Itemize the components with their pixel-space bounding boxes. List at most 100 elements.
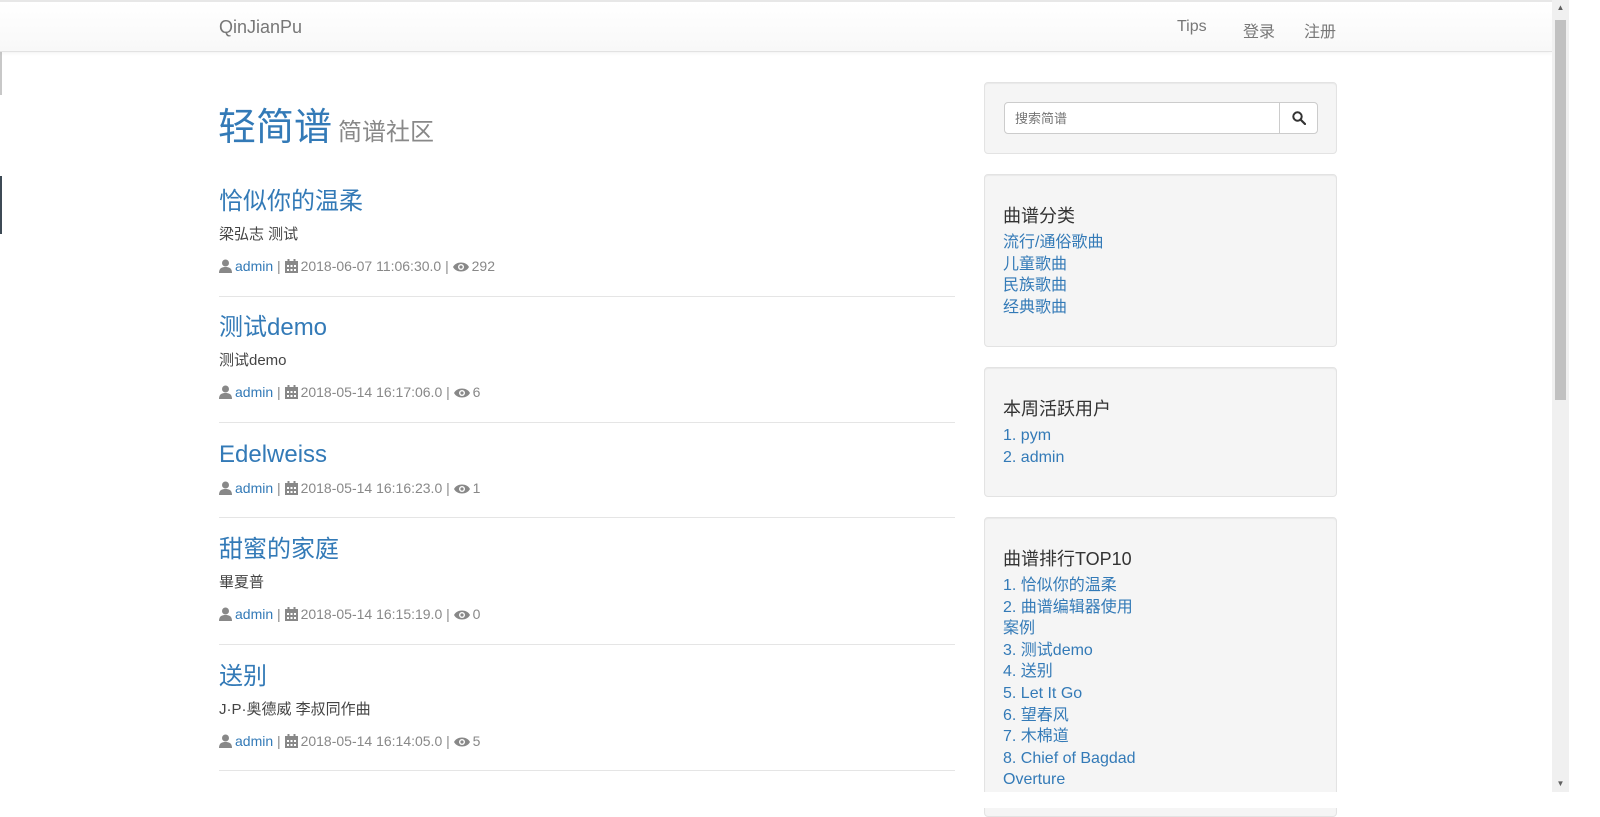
- nav-login-link[interactable]: 登录: [1243, 18, 1275, 42]
- scrollbar-thumb[interactable]: [1555, 20, 1566, 400]
- top10-link[interactable]: 2. 曲谱编辑器使用案例: [1003, 599, 1133, 638]
- top10-well: 曲谱排行TOP10 1. 恰似你的温柔 2. 曲谱编辑器使用案例 3. 测试de…: [984, 517, 1337, 817]
- post-divider: [219, 422, 955, 423]
- post-meta: admin | 2018-05-14 16:17:06.0 | 6: [219, 384, 480, 402]
- top10-heading: 曲谱排行TOP10: [1003, 549, 1132, 569]
- scroll-down-arrow[interactable]: ▼: [1552, 776, 1569, 792]
- top10-link[interactable]: 3. 测试demo: [1003, 642, 1093, 659]
- top10-link[interactable]: 1. 恰似你的温柔: [1003, 577, 1117, 594]
- calendar-icon: [284, 259, 298, 276]
- user-icon: [219, 259, 232, 276]
- post-title-link[interactable]: 测试demo: [219, 314, 955, 342]
- post-author-link[interactable]: admin: [235, 384, 273, 400]
- meta-separator: |: [446, 606, 450, 622]
- nav-register-link[interactable]: 注册: [1304, 18, 1336, 42]
- top-navbar: QinJianPu Tips 登录 注册: [0, 0, 1552, 52]
- eye-icon: [453, 735, 470, 751]
- post-title-link[interactable]: 甜蜜的家庭: [219, 536, 955, 564]
- top10-link[interactable]: 8. Chief of Bagdad Overture: [1003, 750, 1136, 789]
- post-views: 1: [472, 480, 481, 496]
- post-views: 0: [472, 606, 481, 622]
- category-link[interactable]: 民族歌曲: [1003, 277, 1067, 294]
- meta-separator: |: [446, 384, 450, 400]
- calendar-icon: [284, 734, 298, 751]
- active-users-well: 本周活跃用户 1. pym 2. admin: [984, 367, 1337, 497]
- site-title-main: 轻简谱: [218, 107, 333, 149]
- post-date: 2018-05-14 16:17:06.0: [300, 384, 443, 400]
- post-item: 甜蜜的家庭 畢夏普 admin | 2018-05-14 16:15:19.0 …: [219, 536, 955, 622]
- eye-icon: [453, 386, 470, 402]
- window-bottom-edge: [0, 792, 1600, 808]
- meta-separator: |: [277, 258, 281, 274]
- categories-list: 流行/通俗歌曲 儿童歌曲 民族歌曲 经典歌曲: [1003, 232, 1143, 318]
- post-divider: [219, 296, 955, 297]
- meta-separator: |: [277, 480, 281, 496]
- categories-heading: 曲谱分类: [1003, 206, 1075, 226]
- category-link[interactable]: 经典歌曲: [1003, 299, 1067, 316]
- user-icon: [219, 734, 232, 751]
- post-subtitle: 测试demo: [219, 352, 287, 369]
- eye-icon: [452, 260, 469, 276]
- category-link[interactable]: 流行/通俗歌曲: [1003, 234, 1103, 251]
- calendar-icon: [284, 385, 298, 402]
- post-item: 测试demo 测试demo admin | 2018-05-14 16:17:0…: [219, 314, 955, 400]
- category-link[interactable]: 儿童歌曲: [1003, 256, 1067, 273]
- post-divider: [219, 770, 955, 771]
- post-item: 恰似你的温柔 梁弘志 测试 admin | 2018-06-07 11:06:3…: [219, 188, 955, 274]
- post-author-link[interactable]: admin: [235, 480, 273, 496]
- meta-separator: |: [277, 384, 281, 400]
- top10-link[interactable]: 4. 送别: [1003, 663, 1053, 680]
- post-title-link[interactable]: 恰似你的温柔: [219, 188, 955, 216]
- post-views: 292: [471, 258, 495, 274]
- top10-link[interactable]: 5. Let It Go: [1003, 685, 1082, 702]
- post-subtitle: J·P·奥德威 李叔同作曲: [219, 701, 371, 718]
- top10-link[interactable]: 7. 木棉道: [1003, 728, 1069, 745]
- user-icon: [219, 481, 232, 498]
- meta-separator: |: [445, 258, 449, 274]
- post-meta: admin | 2018-06-07 11:06:30.0 | 292: [219, 258, 495, 276]
- post-date: 2018-05-14 16:14:05.0: [300, 733, 443, 749]
- post-subtitle: 畢夏普: [219, 574, 265, 591]
- meta-separator: |: [277, 606, 281, 622]
- calendar-icon: [284, 481, 298, 498]
- user-icon: [219, 607, 232, 624]
- categories-well: 曲谱分类 流行/通俗歌曲 儿童歌曲 民族歌曲 经典歌曲: [984, 174, 1337, 347]
- scroll-up-arrow[interactable]: ▲: [1552, 0, 1569, 16]
- post-author-link[interactable]: admin: [235, 606, 273, 622]
- post-views: 6: [472, 384, 481, 400]
- calendar-icon: [284, 607, 298, 624]
- search-icon: [1292, 111, 1307, 128]
- active-user-link[interactable]: 1. pym: [1003, 427, 1051, 444]
- active-user-link[interactable]: 2. admin: [1003, 449, 1064, 466]
- top10-link[interactable]: 6. 望春风: [1003, 707, 1069, 724]
- post-author-link[interactable]: admin: [235, 258, 273, 274]
- active-users-heading: 本周活跃用户: [1003, 399, 1111, 419]
- post-meta: admin | 2018-05-14 16:14:05.0 | 5: [219, 733, 480, 751]
- post-author-link[interactable]: admin: [235, 733, 273, 749]
- eye-icon: [453, 482, 470, 498]
- post-date: 2018-06-07 11:06:30.0: [300, 258, 442, 274]
- post-meta: admin | 2018-05-14 16:15:19.0 | 0: [219, 606, 480, 624]
- left-edge-marker: [0, 176, 2, 234]
- user-icon: [219, 385, 232, 402]
- post-subtitle: 梁弘志 测试: [219, 226, 299, 243]
- window-gutter: [1569, 0, 1600, 792]
- post-views: 5: [472, 733, 481, 749]
- nav-tips-link[interactable]: Tips: [1177, 18, 1207, 36]
- post-divider: [219, 644, 955, 645]
- post-date: 2018-05-14 16:16:23.0: [300, 480, 443, 496]
- post-meta: admin | 2018-05-14 16:16:23.0 | 1: [219, 480, 480, 498]
- meta-separator: |: [446, 733, 450, 749]
- post-item: Edelweiss admin | 2018-05-14 16:16:23.0 …: [219, 441, 955, 496]
- search-well: [984, 82, 1337, 154]
- vertical-scrollbar[interactable]: ▲ ▼: [1552, 0, 1569, 792]
- brand-link[interactable]: QinJianPu: [219, 17, 302, 38]
- meta-separator: |: [446, 480, 450, 496]
- search-button[interactable]: [1279, 102, 1318, 134]
- page-title: 轻简谱 简谱社区: [218, 96, 434, 151]
- post-title-link[interactable]: 送别: [219, 663, 955, 691]
- post-title-link[interactable]: Edelweiss: [219, 441, 955, 469]
- post-divider: [219, 517, 955, 518]
- search-input[interactable]: [1004, 102, 1280, 134]
- top10-list: 1. 恰似你的温柔 2. 曲谱编辑器使用案例 3. 测试demo 4. 送别 5…: [1003, 575, 1143, 791]
